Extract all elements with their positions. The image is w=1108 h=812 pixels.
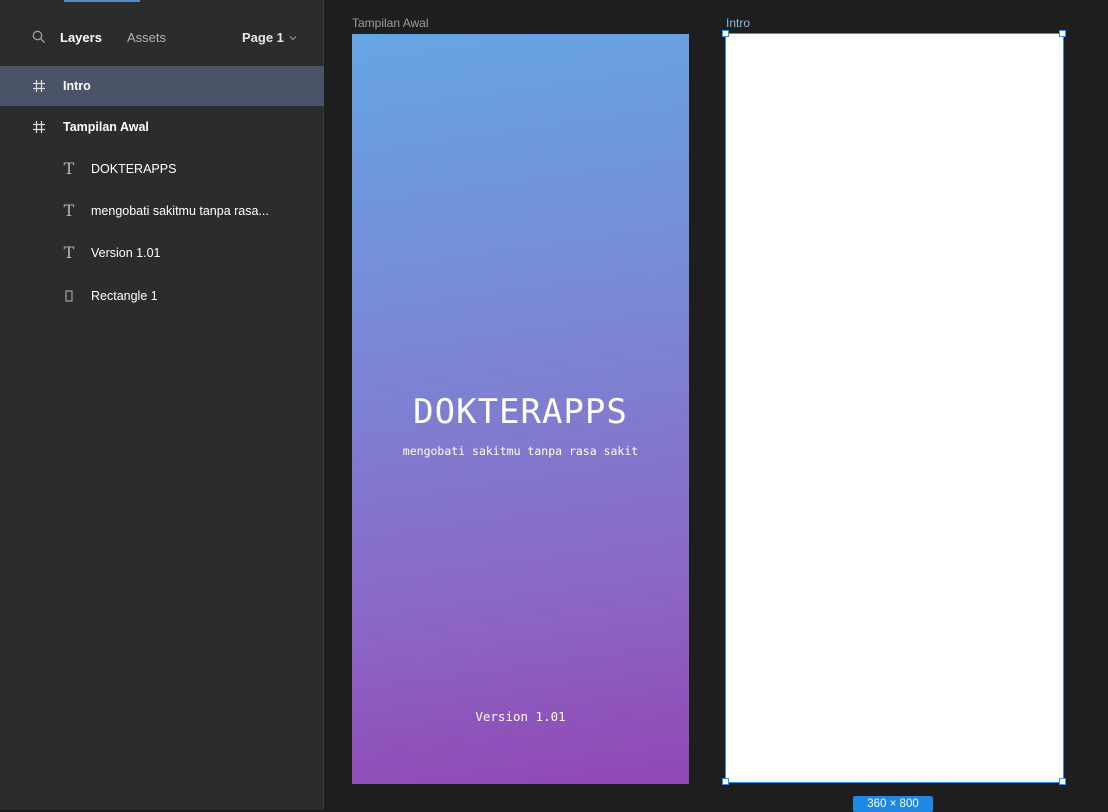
layer-label: Intro [63, 79, 91, 93]
text-icon: T [63, 243, 75, 262]
tab-layers[interactable]: Layers [60, 30, 102, 46]
layer-row-intro[interactable]: Intro [0, 66, 324, 106]
chevron-down-icon [289, 36, 297, 41]
app-title-text[interactable]: DOKTERAPPS [352, 392, 689, 432]
page-selector[interactable]: Page 1 [242, 30, 297, 46]
layers-panel: Layers Assets Page 1 Intro Tampilan Awal… [0, 0, 324, 810]
layer-row-version[interactable]: T Version 1.01 [0, 233, 324, 273]
text-icon: T [63, 159, 75, 178]
layer-label: DOKTERAPPS [91, 162, 177, 176]
panel-header: Layers Assets Page 1 [0, 0, 324, 64]
frame-label-intro[interactable]: Intro [726, 16, 750, 30]
layer-row-dokterapps[interactable]: T DOKTERAPPS [0, 149, 324, 189]
frame-tampilan-awal[interactable]: DOKTERAPPS mengobati sakitmu tanpa rasa … [352, 34, 689, 784]
rectangle-icon [61, 288, 77, 304]
app-version-text[interactable]: Version 1.01 [352, 709, 689, 725]
resize-handle-top-right[interactable] [1059, 30, 1066, 37]
frame-intro[interactable] [725, 33, 1064, 783]
tab-assets[interactable]: Assets [127, 30, 166, 46]
frame-hash-icon [31, 78, 47, 94]
layer-label: Tampilan Awal [63, 120, 149, 134]
resize-handle-bottom-left[interactable] [722, 778, 729, 785]
frame-label-tampilan-awal[interactable]: Tampilan Awal [352, 16, 429, 30]
layer-label: Version 1.01 [91, 246, 161, 260]
resize-handle-top-left[interactable] [722, 30, 729, 37]
search-icon[interactable] [32, 30, 46, 44]
text-icon: T [63, 201, 75, 220]
layer-row-subtitle[interactable]: T mengobati sakitmu tanpa rasa... [0, 191, 324, 231]
resize-handle-bottom-right[interactable] [1059, 778, 1066, 785]
app-subtitle-text[interactable]: mengobati sakitmu tanpa rasa sakit [352, 444, 689, 458]
layer-label: Rectangle 1 [91, 289, 158, 303]
frame-hash-icon [31, 119, 47, 135]
layer-label: mengobati sakitmu tanpa rasa... [91, 204, 269, 218]
layer-row-tampilan-awal[interactable]: Tampilan Awal [0, 107, 324, 147]
page-selector-label: Page 1 [242, 30, 284, 45]
layer-row-rectangle[interactable]: Rectangle 1 [0, 276, 324, 316]
